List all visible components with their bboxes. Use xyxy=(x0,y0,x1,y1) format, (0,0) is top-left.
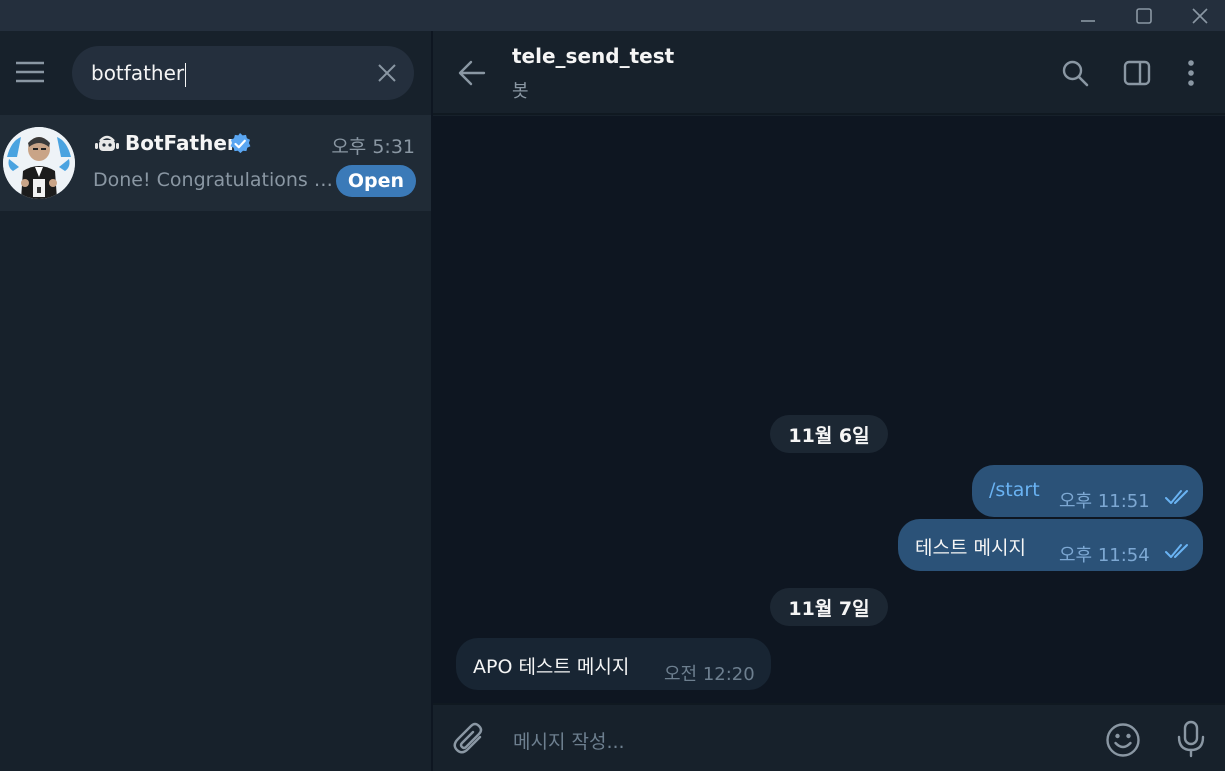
double-check-icon xyxy=(1165,544,1188,558)
chat-subtitle: 봇 xyxy=(512,81,529,102)
bot-icon xyxy=(95,135,119,151)
chat-list-item-botfather[interactable]: BotFather 오후 5:31 Done! Congratulations … xyxy=(0,115,431,211)
message-history[interactable]: 11월 6일 /start 오후 11:51 테스트 메시지 오후 11:54 … xyxy=(433,116,1225,703)
chat-last-message-preview: Done! Congratulations on your new bot. xyxy=(93,169,333,191)
maximize-icon xyxy=(1136,7,1152,24)
window-title-bar xyxy=(0,0,1225,31)
minimize-icon xyxy=(1081,19,1095,22)
close-icon xyxy=(1192,7,1208,24)
avatar xyxy=(3,127,75,199)
chat-name: BotFather xyxy=(125,131,237,155)
back-arrow-icon[interactable] xyxy=(457,58,487,88)
open-bot-button[interactable]: Open xyxy=(336,165,416,197)
message-text: 테스트 메시지 xyxy=(915,537,1026,559)
botfather-avatar-image xyxy=(3,127,75,199)
search-box[interactable]: botfather xyxy=(72,46,414,100)
outgoing-message[interactable]: 테스트 메시지 오후 11:54 xyxy=(898,519,1203,571)
hamburger-menu-icon xyxy=(16,61,44,83)
minimize-button[interactable] xyxy=(1068,0,1108,31)
verified-badge-icon xyxy=(230,133,251,154)
bot-command-link[interactable]: /start xyxy=(989,479,1040,501)
search-input[interactable]: botfather xyxy=(91,61,187,87)
main-menu-button[interactable] xyxy=(12,57,48,87)
more-vertical-icon xyxy=(1188,60,1194,86)
paperclip-icon[interactable] xyxy=(452,722,486,756)
search-icon xyxy=(1062,60,1089,87)
message-text: APO 테스트 메시지 xyxy=(473,656,630,678)
chat-title[interactable]: tele_send_test xyxy=(512,44,674,68)
message-time: 오전 12:20 xyxy=(664,664,755,685)
double-check-icon xyxy=(1165,490,1188,504)
more-options-button[interactable] xyxy=(1176,58,1206,88)
clear-search-icon[interactable] xyxy=(376,62,398,84)
message-time: 오후 11:51 xyxy=(1059,491,1150,512)
text-caret xyxy=(185,62,187,87)
chat-list-panel: botfather BotFather 오후 5:31 Done! Congra… xyxy=(0,31,431,771)
message-input[interactable]: 메시지 작성... xyxy=(513,727,625,754)
incoming-message[interactable]: APO 테스트 메시지 오전 12:20 xyxy=(456,638,771,690)
date-separator: 11월 7일 xyxy=(770,588,888,626)
message-time: 오후 11:54 xyxy=(1059,545,1150,566)
outgoing-message[interactable]: /start 오후 11:51 xyxy=(972,465,1203,517)
toggle-sidebar-button[interactable] xyxy=(1122,58,1152,88)
sidebar-toggle-icon xyxy=(1123,60,1151,86)
search-in-chat-button[interactable] xyxy=(1060,58,1090,88)
date-separator: 11월 6일 xyxy=(770,415,888,453)
emoji-icon[interactable] xyxy=(1105,722,1141,758)
maximize-button[interactable] xyxy=(1124,0,1164,31)
chat-header: tele_send_test 봇 xyxy=(433,31,1225,115)
chat-time: 오후 5:31 xyxy=(331,136,415,158)
microphone-icon[interactable] xyxy=(1174,720,1208,758)
message-composer: 메시지 작성... xyxy=(433,703,1225,771)
close-window-button[interactable] xyxy=(1180,0,1220,31)
